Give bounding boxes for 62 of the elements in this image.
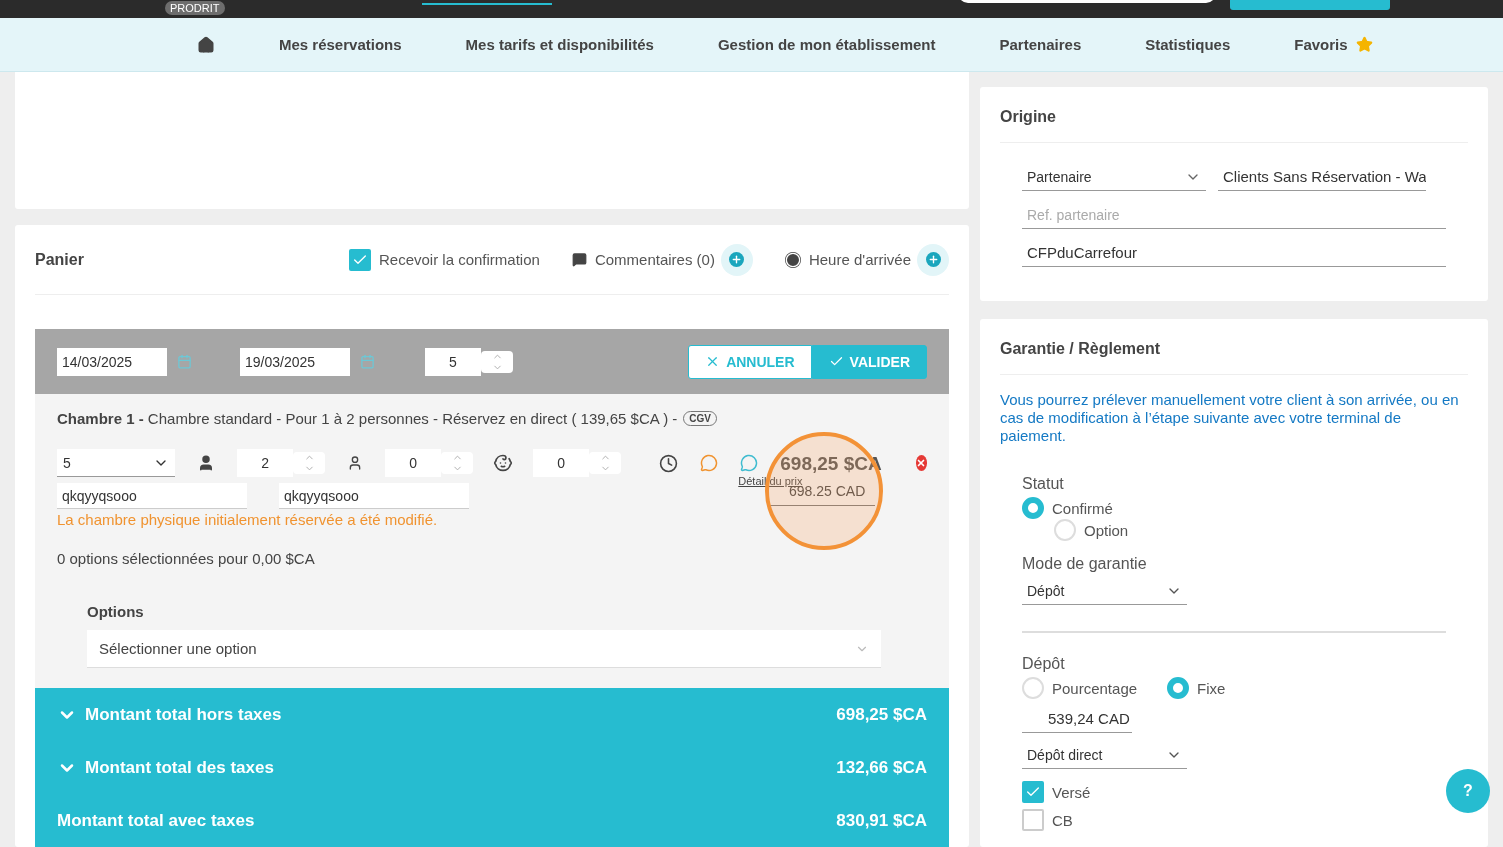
- options-summary: 0 options sélectionnées pour 0,00 $CA: [57, 550, 316, 567]
- guarantee-mode-label: Mode de garantie: [1022, 555, 1148, 573]
- partner-field[interactable]: Clients Sans Réservation - Wa: [1218, 163, 1426, 191]
- plus-icon: [731, 254, 743, 265]
- comment-icon: [571, 252, 587, 267]
- children-field[interactable]: 0: [385, 449, 442, 477]
- reference-field[interactable]: CFPduCarrefour: [1022, 239, 1446, 267]
- home-link[interactable]: [197, 35, 215, 54]
- total-row: Montant total avec taxes 830,91 $CA: [35, 794, 949, 847]
- stepper-control[interactable]: [293, 452, 326, 474]
- origin-title: Origine: [1000, 108, 1056, 126]
- stepper-control[interactable]: [481, 350, 513, 373]
- nav-link[interactable]: Partenaires: [999, 36, 1082, 53]
- nav-link[interactable]: Favoris: [1294, 36, 1373, 53]
- add-comment-button[interactable]: [720, 243, 753, 276]
- guarantee-mode-select[interactable]: Dépôt: [1022, 577, 1187, 605]
- payment-checkbox[interactable]: CB: [1022, 809, 1446, 831]
- confirmation-checkbox[interactable]: [349, 248, 371, 271]
- plus-icon: [927, 254, 939, 265]
- adults-field[interactable]: 2: [237, 449, 294, 477]
- baby-icon: [493, 453, 514, 473]
- end-date-field[interactable]: 19/03/2025: [240, 347, 350, 376]
- calendar-icon[interactable]: [360, 354, 375, 369]
- deposit-amount-field[interactable]: 539,24 CAD: [1022, 705, 1132, 733]
- info-text: Vous pourrez prélever manuellement votre client à son arrivée, ou en cas de modification à l’étape suivante avec votre terminal de paiement.: [1000, 391, 1460, 445]
- warning-message: La chambre physique initialement réservée a été modifié.: [57, 511, 439, 528]
- cart-title: Panier: [35, 250, 84, 269]
- nav-link[interactable]: Mes réservations: [279, 36, 402, 53]
- star-icon: [1355, 36, 1373, 53]
- nav-link[interactable]: Gestion de mon établissement: [717, 36, 936, 53]
- partner-type-select[interactable]: Partenaire: [1022, 163, 1206, 191]
- deposit-label: Dépôt: [1022, 655, 1066, 673]
- comment-icon[interactable]: [700, 454, 719, 472]
- status-radio[interactable]: Confirmé: [1022, 497, 1446, 519]
- status-radio[interactable]: Option: [1054, 519, 1446, 541]
- add-arrival-button[interactable]: [917, 243, 949, 276]
- babies-field[interactable]: 0: [533, 449, 590, 477]
- arrival-label: Heure d'arrivée: [808, 251, 911, 268]
- stepper-control[interactable]: [441, 452, 474, 474]
- confirmation-label: Recevoir la confirmation: [379, 251, 540, 268]
- options-label: Options: [87, 603, 145, 620]
- deposit-method-select[interactable]: Dépôt direct: [1022, 741, 1187, 769]
- deposit-type-radio[interactable]: Fixe: [1167, 677, 1226, 699]
- deposit-type-radio[interactable]: Pourcentage: [1022, 677, 1138, 699]
- room-number-select[interactable]: 5: [57, 449, 176, 477]
- guest-name-field[interactable]: qkqyyqsooo: [279, 483, 469, 509]
- comment-icon[interactable]: [740, 454, 759, 472]
- guest-name-field[interactable]: qkqyyqsooo: [57, 483, 247, 509]
- environment-badge: PRODRIT: [165, 1, 225, 15]
- nav-link[interactable]: Statistiques: [1145, 36, 1231, 53]
- guarantee-title: Garantie / Règlement: [1000, 340, 1161, 358]
- start-date-field[interactable]: 14/03/2025: [57, 347, 167, 376]
- room-description: Chambre 1 - Chambre standard - Pour 1 à 2 personnes - Réservez en direct ( 139,65 $CA ) -: [57, 410, 678, 427]
- nights-field[interactable]: 5: [425, 347, 481, 376]
- stepper-control[interactable]: [589, 452, 622, 474]
- options-select[interactable]: Sélectionner une option: [87, 630, 881, 668]
- status-label: Statut: [1022, 475, 1065, 493]
- calendar-icon[interactable]: [177, 354, 192, 369]
- comments-label: Commentaires (0): [594, 251, 715, 268]
- payment-checkbox[interactable]: Versé: [1022, 781, 1446, 803]
- remove-icon[interactable]: [915, 455, 927, 471]
- nav-link[interactable]: Mes tarifs et disponibilités: [465, 36, 654, 53]
